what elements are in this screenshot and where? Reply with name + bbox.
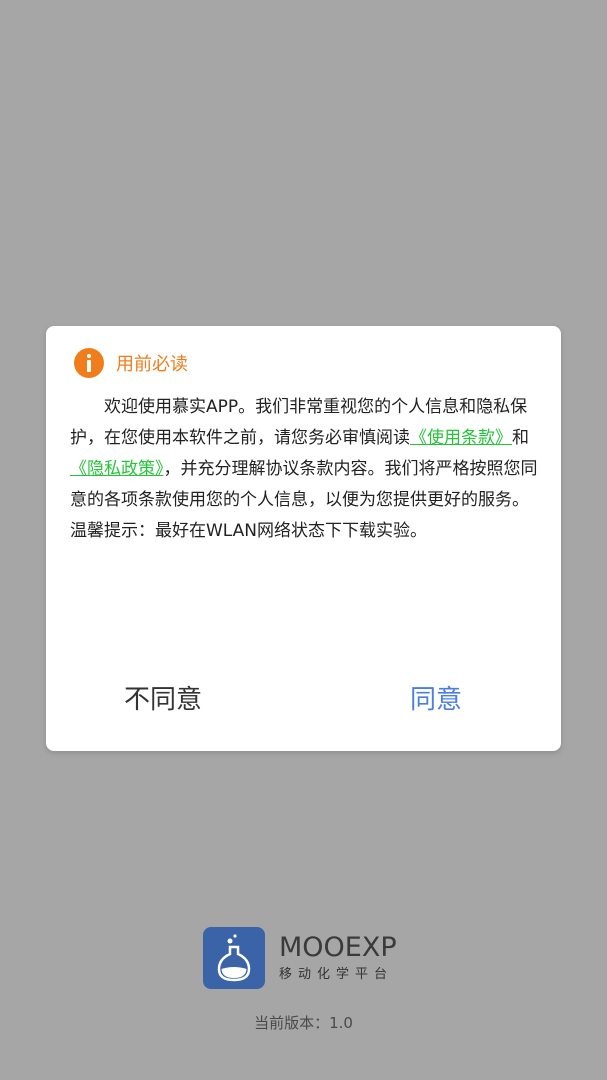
brand-subtitle: 移动化学平台 (279, 967, 394, 982)
message-and: 和 (512, 428, 529, 448)
version-label: 当前版本：1.0 (254, 1014, 353, 1032)
dialog-body: 欢迎使用慕实APP。我们非常重视您的个人信息和隐私保护，在您使用本软件之前，请您… (70, 392, 538, 547)
info-icon (74, 348, 104, 378)
brand-name: MOOEXP (279, 932, 397, 963)
disagree-button[interactable]: 不同意 (124, 679, 202, 716)
dialog-title: 用前必读 (116, 354, 188, 375)
privacy-dialog: 用前必读 欢迎使用慕实APP。我们非常重视您的个人信息和隐私保护，在您使用本软件… (46, 326, 561, 751)
terms-of-use-link[interactable]: 《使用条款》 (410, 428, 512, 448)
dialog-header: 用前必读 (74, 348, 188, 378)
brand-block: MOOEXP 移动化学平台 (203, 927, 397, 989)
dialog-message: 欢迎使用慕实APP。我们非常重视您的个人信息和隐私保护，在您使用本软件之前，请您… (70, 392, 538, 516)
brand-text: MOOEXP 移动化学平台 (279, 933, 397, 983)
agree-button[interactable]: 同意 (410, 679, 462, 716)
dialog-tip: 温馨提示：最好在WLAN网络状态下下载实验。 (70, 521, 428, 541)
privacy-policy-link[interactable]: 《隐私政策》 (70, 459, 164, 479)
flask-icon (203, 927, 265, 989)
